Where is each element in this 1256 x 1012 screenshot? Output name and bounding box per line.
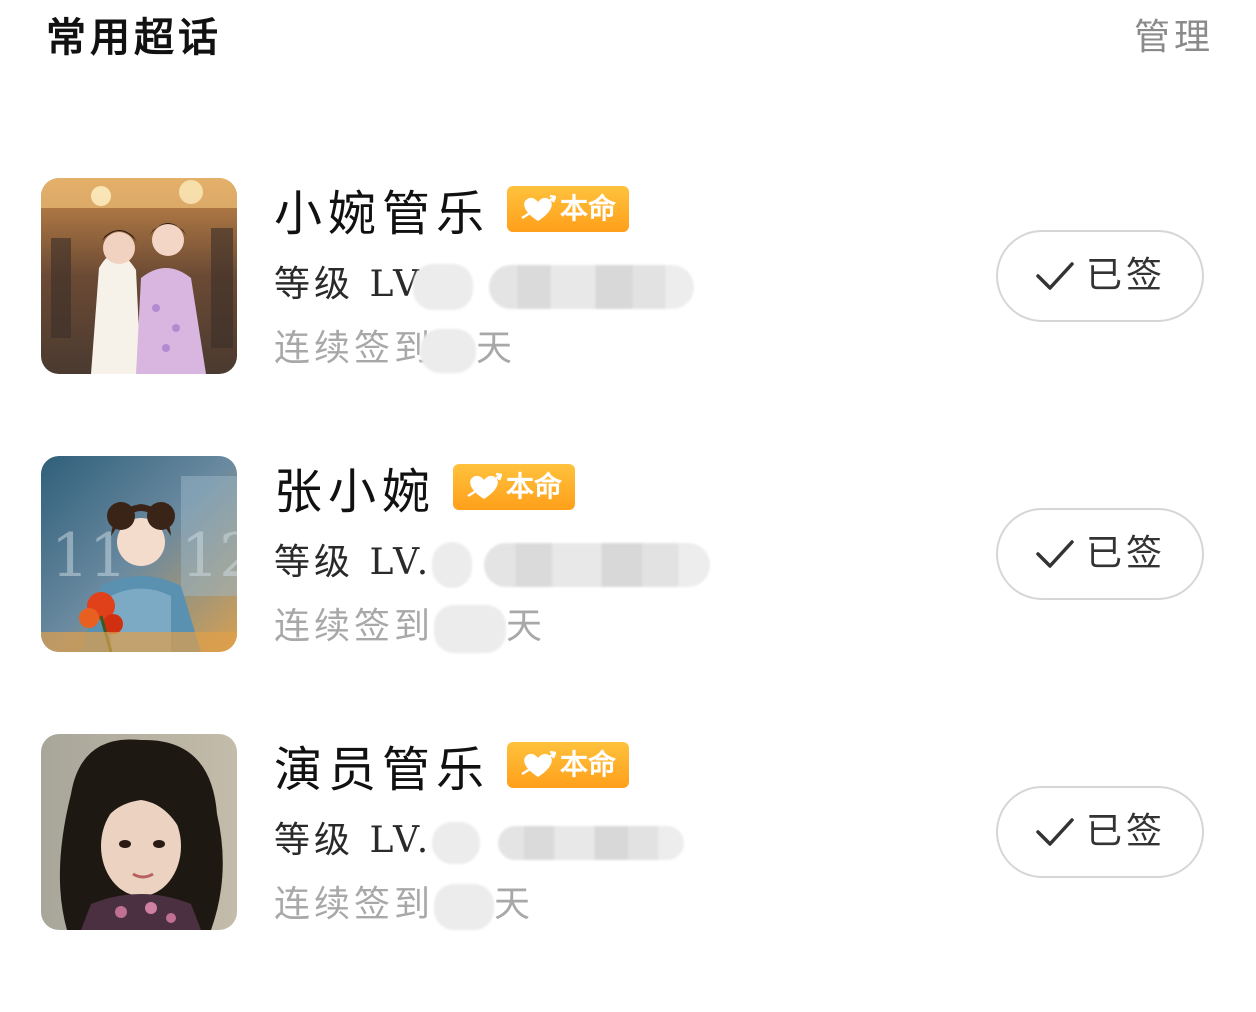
badge-label: 本命 [505,470,562,503]
topic-avatar[interactable]: 11 12 [41,456,237,652]
redacted-level [432,542,473,588]
topic-avatar-image [41,178,237,374]
level-text: 等级 LV. [274,816,685,866]
heart-arrow-icon [521,750,556,777]
bestie-badge: 本命 [453,464,575,510]
badge-label: 本命 [559,748,616,781]
topic-row[interactable]: 11 12 张小婉 本命 [0,456,1256,734]
streak-suffix: 天 [494,884,535,925]
topic-avatar-image [41,734,237,930]
streak-prefix: 连续签到 [274,884,435,925]
heart-arrow-icon [521,194,556,221]
signed-label: 已签 [1085,255,1166,296]
redacted-streak-count [434,884,495,930]
streak-suffix: 天 [476,328,517,369]
bestie-badge: 本命 [507,186,629,232]
check-icon [1036,818,1074,846]
redacted-level-title [484,543,711,587]
level-prefix: 等级 LV [274,264,424,305]
topic-row[interactable]: 小婉管乐 本命 等级 LV 连续签到天 已签 [0,178,1256,456]
redacted-level-title [498,826,685,860]
signed-label: 已签 [1085,533,1166,574]
topic-avatar[interactable] [41,734,237,930]
streak-prefix: 连续签到 [274,606,435,647]
topic-name[interactable]: 小婉管乐 [274,182,490,246]
streak-text: 连续签到天 [274,324,516,374]
topic-list: 小婉管乐 本命 等级 LV 连续签到天 已签 11 1 张小婉 本命 等级 LV… [0,178,1256,1012]
check-icon [1036,540,1074,568]
manage-button[interactable]: 管理 [1134,14,1214,62]
level-text: 等级 LV [274,260,695,310]
svg-text:12: 12 [181,521,237,591]
level-prefix: 等级 LV. [274,820,433,861]
level-text: 等级 LV. [274,538,711,588]
redacted-streak-count [420,329,477,373]
streak-text: 连续签到 天 [274,602,546,653]
topic-avatar[interactable] [41,178,237,374]
topic-name[interactable]: 张小婉 [274,460,436,524]
signed-button[interactable]: 已签 [996,230,1204,322]
topic-row[interactable]: 演员管乐 本命 等级 LV. 连续签到 天 已签 [0,734,1256,1012]
check-icon [1036,262,1074,290]
heart-arrow-icon [467,472,502,499]
streak-suffix: 天 [506,606,547,647]
redacted-level-title [489,265,695,309]
streak-text: 连续签到 天 [274,880,534,930]
redacted-level [413,264,474,310]
level-prefix: 等级 LV. [274,542,433,583]
redacted-level [432,822,481,864]
redacted-streak-count [434,605,507,653]
topic-avatar-image: 11 12 [41,456,237,652]
topic-name[interactable]: 演员管乐 [274,738,490,802]
header-title: 常用超话 [46,14,222,61]
badge-label: 本命 [559,192,616,225]
streak-prefix: 连续签到 [274,328,435,369]
signed-button[interactable]: 已签 [996,508,1204,600]
signed-button[interactable]: 已签 [996,786,1204,878]
signed-label: 已签 [1085,811,1166,852]
bestie-badge: 本命 [507,742,629,788]
